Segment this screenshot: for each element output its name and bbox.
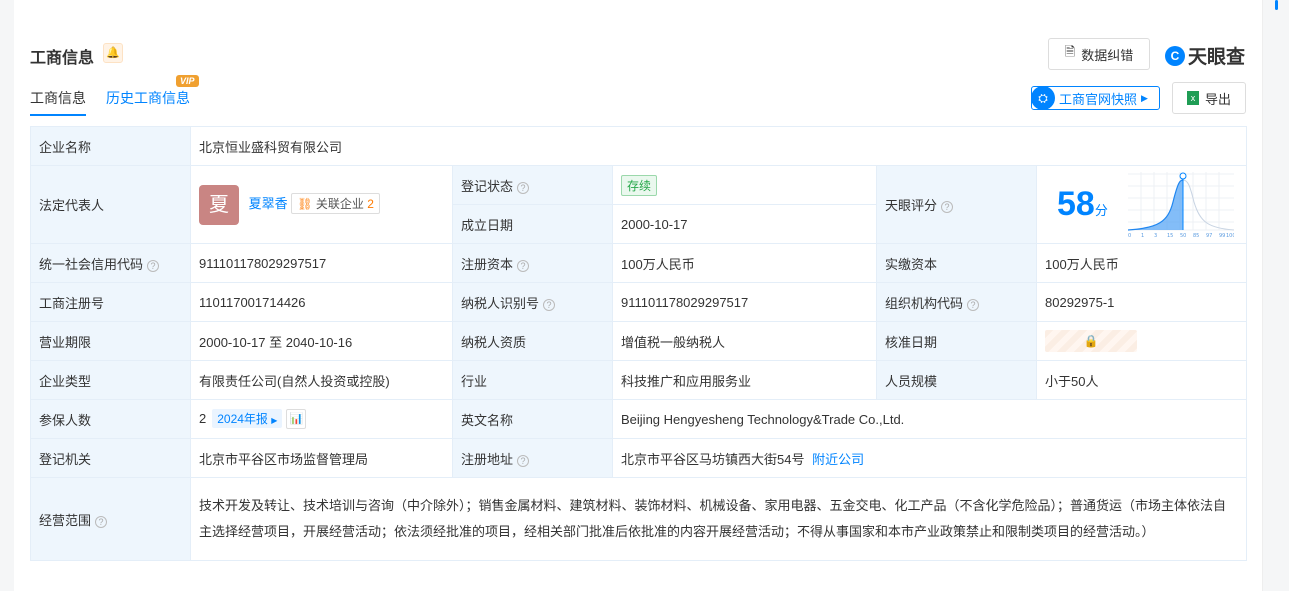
data-correction-button[interactable]: 🗎 数据纠错 — [1048, 38, 1150, 70]
label: 成立日期 — [452, 204, 613, 244]
table-row: 工商注册号 110117001714426 纳税人识别号? 9111011780… — [30, 282, 1248, 322]
label: 行业 — [452, 360, 613, 400]
score-marker — [1179, 172, 1187, 179]
found-date: 2000-10-17 — [612, 204, 877, 244]
related-companies-button[interactable]: ⛓ 关联企业 2 — [291, 192, 380, 214]
insured-count: 2 — [199, 410, 207, 426]
label: 法定代表人 — [30, 165, 191, 244]
label: 工商注册号 — [30, 282, 191, 322]
score-tick-label: 15 — [1167, 233, 1173, 238]
legal-rep-cell: 夏 夏翠香 ⛓ 关联企业 2 — [190, 165, 453, 244]
label: 纳税人资质 — [452, 321, 613, 361]
tab-history-business-info[interactable]: 历史工商信息 — [106, 88, 190, 108]
label: 天眼评分? — [876, 165, 1037, 244]
annual-report-button[interactable]: 2024年报 ▶ — [212, 408, 283, 428]
export-button[interactable]: x 导出 — [1172, 82, 1246, 114]
lock-icon[interactable]: 🔒 — [1045, 330, 1137, 352]
label: 企业名称 — [30, 126, 191, 166]
tab-business-info[interactable]: 工商信息 — [30, 88, 86, 116]
label: 人员规模 — [876, 360, 1037, 400]
staff-size: 小于50人 — [1035, 360, 1248, 400]
score-tick-label: 0 — [1128, 233, 1131, 238]
label: 营业期限 — [30, 321, 191, 361]
label: 英文名称 — [452, 399, 613, 439]
table-row: 登记机关 北京市平谷区市场监督管理局 注册地址? 北京市平谷区马坊镇西大街54号… — [30, 438, 1248, 478]
nearby-companies-link[interactable]: 附近公司 — [812, 452, 864, 467]
caret-right-icon: ▶ — [271, 415, 278, 425]
term: 2000-10-17 至 2040-10-16 — [190, 321, 453, 361]
label: 核准日期 — [876, 321, 1037, 361]
table-row: 企业名称 北京恒业盛科贸有限公司 — [30, 126, 1248, 166]
avatar: 夏 — [199, 184, 239, 225]
label: 登记状态? — [452, 165, 613, 205]
business-scope: 技术开发及转让、技术培训与咨询（中介除外）；销售金属材料、建筑材料、装饰材料、机… — [189, 477, 1248, 561]
score-tick-label: 99 — [1219, 233, 1225, 238]
business-info-table: 企业名称 北京恒业盛科贸有限公司 法定代表人 夏 夏翠香 ⛓ 关联企业 2 登记… — [30, 126, 1248, 561]
score-cell[interactable]: 58分 0 1 3 15 50 85 97 99 100 — [1035, 165, 1248, 244]
section-title: 工商信息 — [30, 50, 95, 67]
status-badge: 存续 — [621, 174, 658, 196]
help-icon[interactable]: ? — [517, 259, 530, 272]
help-icon[interactable]: ? — [941, 201, 954, 213]
company-type: 有限责任公司(自然人投资或控股) — [190, 360, 453, 400]
score-tick-label: 97 — [1206, 233, 1212, 238]
taxpayer-id: 911101178029297517 — [612, 282, 877, 322]
chart-icon[interactable]: 📊 — [286, 409, 307, 430]
industry: 科技推广和应用服务业 — [612, 360, 877, 400]
help-icon[interactable]: ? — [543, 298, 556, 311]
score-tick-label: 3 — [1154, 233, 1157, 238]
table-row: 法定代表人 夏 夏翠香 ⛓ 关联企业 2 登记状态? 存续 天眼评分? 58分 — [30, 165, 1248, 244]
table-row: 参保人数 2 2024年报 ▶ 📊 英文名称 Beijing Hengyesheng… — [30, 399, 1248, 439]
table-row: 营业期限 2000-10-17 至 2040-10-16 纳税人资质 增值税一般… — [30, 321, 1248, 361]
label: 企业类型 — [30, 360, 191, 400]
credit-code: 911101178029297517 — [190, 243, 453, 283]
table-row: 企业类型 有限责任公司(自然人投资或控股) 行业 科技推广和应用服务业 人员规模… — [30, 360, 1248, 400]
label: 参保人数 — [30, 399, 191, 439]
help-icon[interactable]: ? — [967, 298, 980, 311]
registration-authority: 北京市平谷区市场监督管理局 — [190, 438, 453, 478]
paid-capital: 100万人民币 — [1035, 243, 1248, 283]
tianyancha-logo: C 天眼查 — [1165, 42, 1245, 69]
scrollbar-thumb[interactable] — [1275, 0, 1278, 10]
taxpayer-qual: 增值税一般纳税人 — [612, 321, 877, 361]
org-code: 80292975-1 — [1035, 282, 1248, 322]
scrollbar[interactable] — [1262, 0, 1289, 591]
caret-right-icon: ▶ — [1141, 92, 1148, 103]
reg-capital: 100万人民币 — [612, 243, 877, 283]
reg-no: 110117001714426 — [190, 282, 453, 322]
stamp-icon: ⛭ — [1031, 86, 1055, 110]
bell-icon[interactable]: 🔔 — [103, 43, 123, 63]
score-tick-label: 85 — [1193, 233, 1199, 238]
help-icon[interactable]: ? — [147, 259, 160, 272]
score-tick-label: 50 — [1180, 233, 1186, 238]
score-distribution-chart: 0 1 3 15 50 85 97 99 100 — [1128, 171, 1235, 238]
score-tick-label: 100 — [1226, 233, 1234, 238]
help-icon[interactable]: ? — [95, 515, 108, 528]
help-icon[interactable]: ? — [517, 454, 530, 467]
document-icon: 🗎 — [1064, 44, 1076, 59]
score-value: 58 — [1057, 185, 1095, 223]
help-icon[interactable]: ? — [517, 181, 530, 194]
address: 北京市平谷区马坊镇西大街54号 — [621, 451, 805, 467]
legal-rep-name[interactable]: 夏翠香 — [249, 196, 288, 211]
score-tick-label: 1 — [1141, 233, 1144, 238]
english-name: Beijing Hengyesheng Technology&Trade Co.… — [611, 399, 1248, 439]
network-icon: ⛓ — [297, 196, 313, 211]
business-info-card: 工商信息 🔔 🗎 数据纠错 C 天眼查 工商信息 历史工商信息 VIP ⛭ 工商官网快… — [14, 0, 1262, 591]
excel-icon: x — [1186, 91, 1199, 105]
label: 登记机关 — [30, 438, 191, 478]
vip-badge: VIP — [176, 75, 199, 87]
official-snapshot-button[interactable]: ⛭ 工商官网快照 ▶ — [1031, 86, 1160, 110]
label: 实缴资本 — [876, 243, 1037, 283]
logo-icon: C — [1165, 45, 1185, 66]
company-name: 北京恒业盛科贸有限公司 — [189, 126, 1248, 166]
table-row: 经营范围? 技术开发及转让、技术培训与咨询（中介除外）；销售金属材料、建筑材料、… — [30, 477, 1248, 561]
table-row: 统一社会信用代码? 911101178029297517 注册资本? 100万人… — [30, 243, 1248, 283]
